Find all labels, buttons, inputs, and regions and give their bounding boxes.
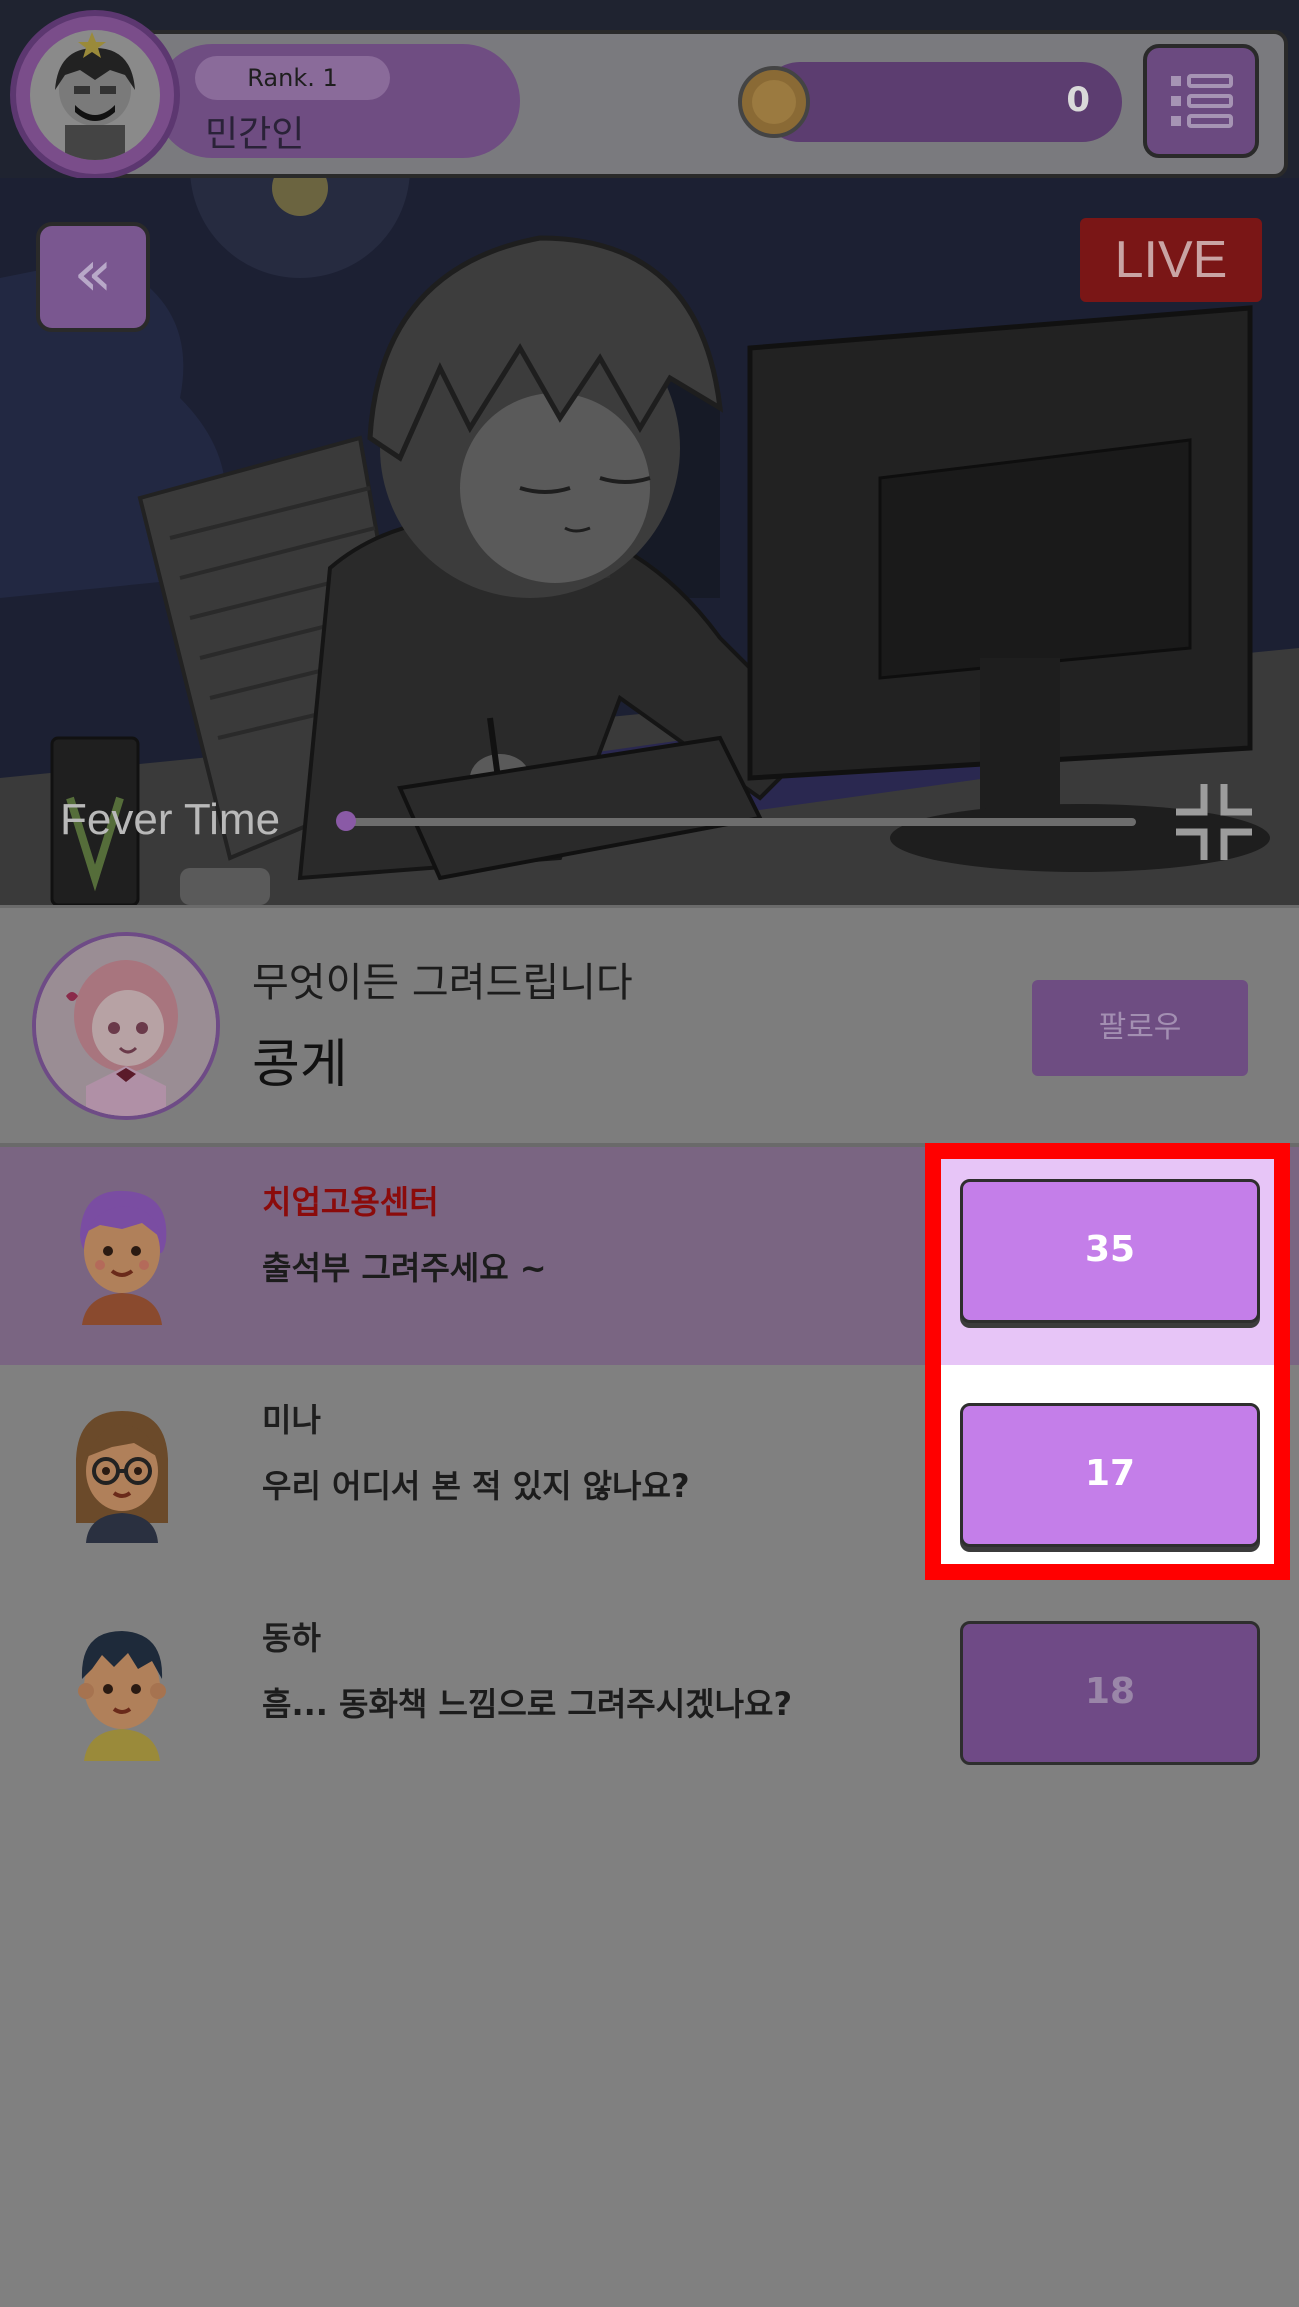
minimize-icon[interactable] [1172,780,1256,864]
reward-button[interactable]: 17 [960,1403,1260,1547]
user-avatar-image [30,30,160,160]
streamer-name: 콩게 [252,1035,348,1095]
reward-button[interactable]: 35 [960,1179,1260,1323]
chat-row: 동하 흠... 동화책 느낌으로 그려주시겠나요? 18 [0,1583,1299,1801]
chat-message: 흠... 동화책 느낌으로 그려주시겠나요? [262,1685,793,1723]
fever-time-label: Fever Time [60,795,281,844]
chat-avatar-boy [62,1621,182,1761]
fever-progress-bar [346,818,1136,826]
live-badge: LIVE [1080,218,1262,302]
chat-avatar-purple-hair [62,1185,182,1325]
reward-button[interactable]: 18 [960,1621,1260,1765]
chat-row: 치업고용센터 출석부 그려주세요 ~ 35 [0,1147,1299,1365]
chat-username: 미나 [262,1401,321,1439]
follow-button[interactable]: 팔로우 [1032,980,1248,1076]
user-name: 민간인 [205,114,305,155]
chat-message: 우리 어디서 본 적 있지 않나요? [262,1467,690,1505]
chat-row: 미나 우리 어디서 본 적 있지 않나요? 17 [0,1365,1299,1583]
menu-button[interactable] [1143,44,1259,158]
chat-message: 출석부 그려주세요 ~ [262,1249,547,1287]
fever-progress-knob [336,811,356,831]
streamer-avatar[interactable] [32,932,220,1120]
chat-username: 치업고용센터 [262,1183,439,1221]
double-chevron-left-icon: « [73,237,113,311]
streamer-title: 무엇이든 그려드립니다 [252,960,633,1006]
chat-avatar-glasses-girl [62,1403,182,1543]
coin-value: 0 [1066,80,1090,120]
list-icon [1171,74,1233,128]
rank-label: Rank. 1 [195,56,390,100]
user-avatar[interactable] [10,10,180,180]
coin-icon [738,66,810,138]
chat-username: 동하 [262,1619,321,1657]
back-button[interactable]: « [36,222,150,332]
